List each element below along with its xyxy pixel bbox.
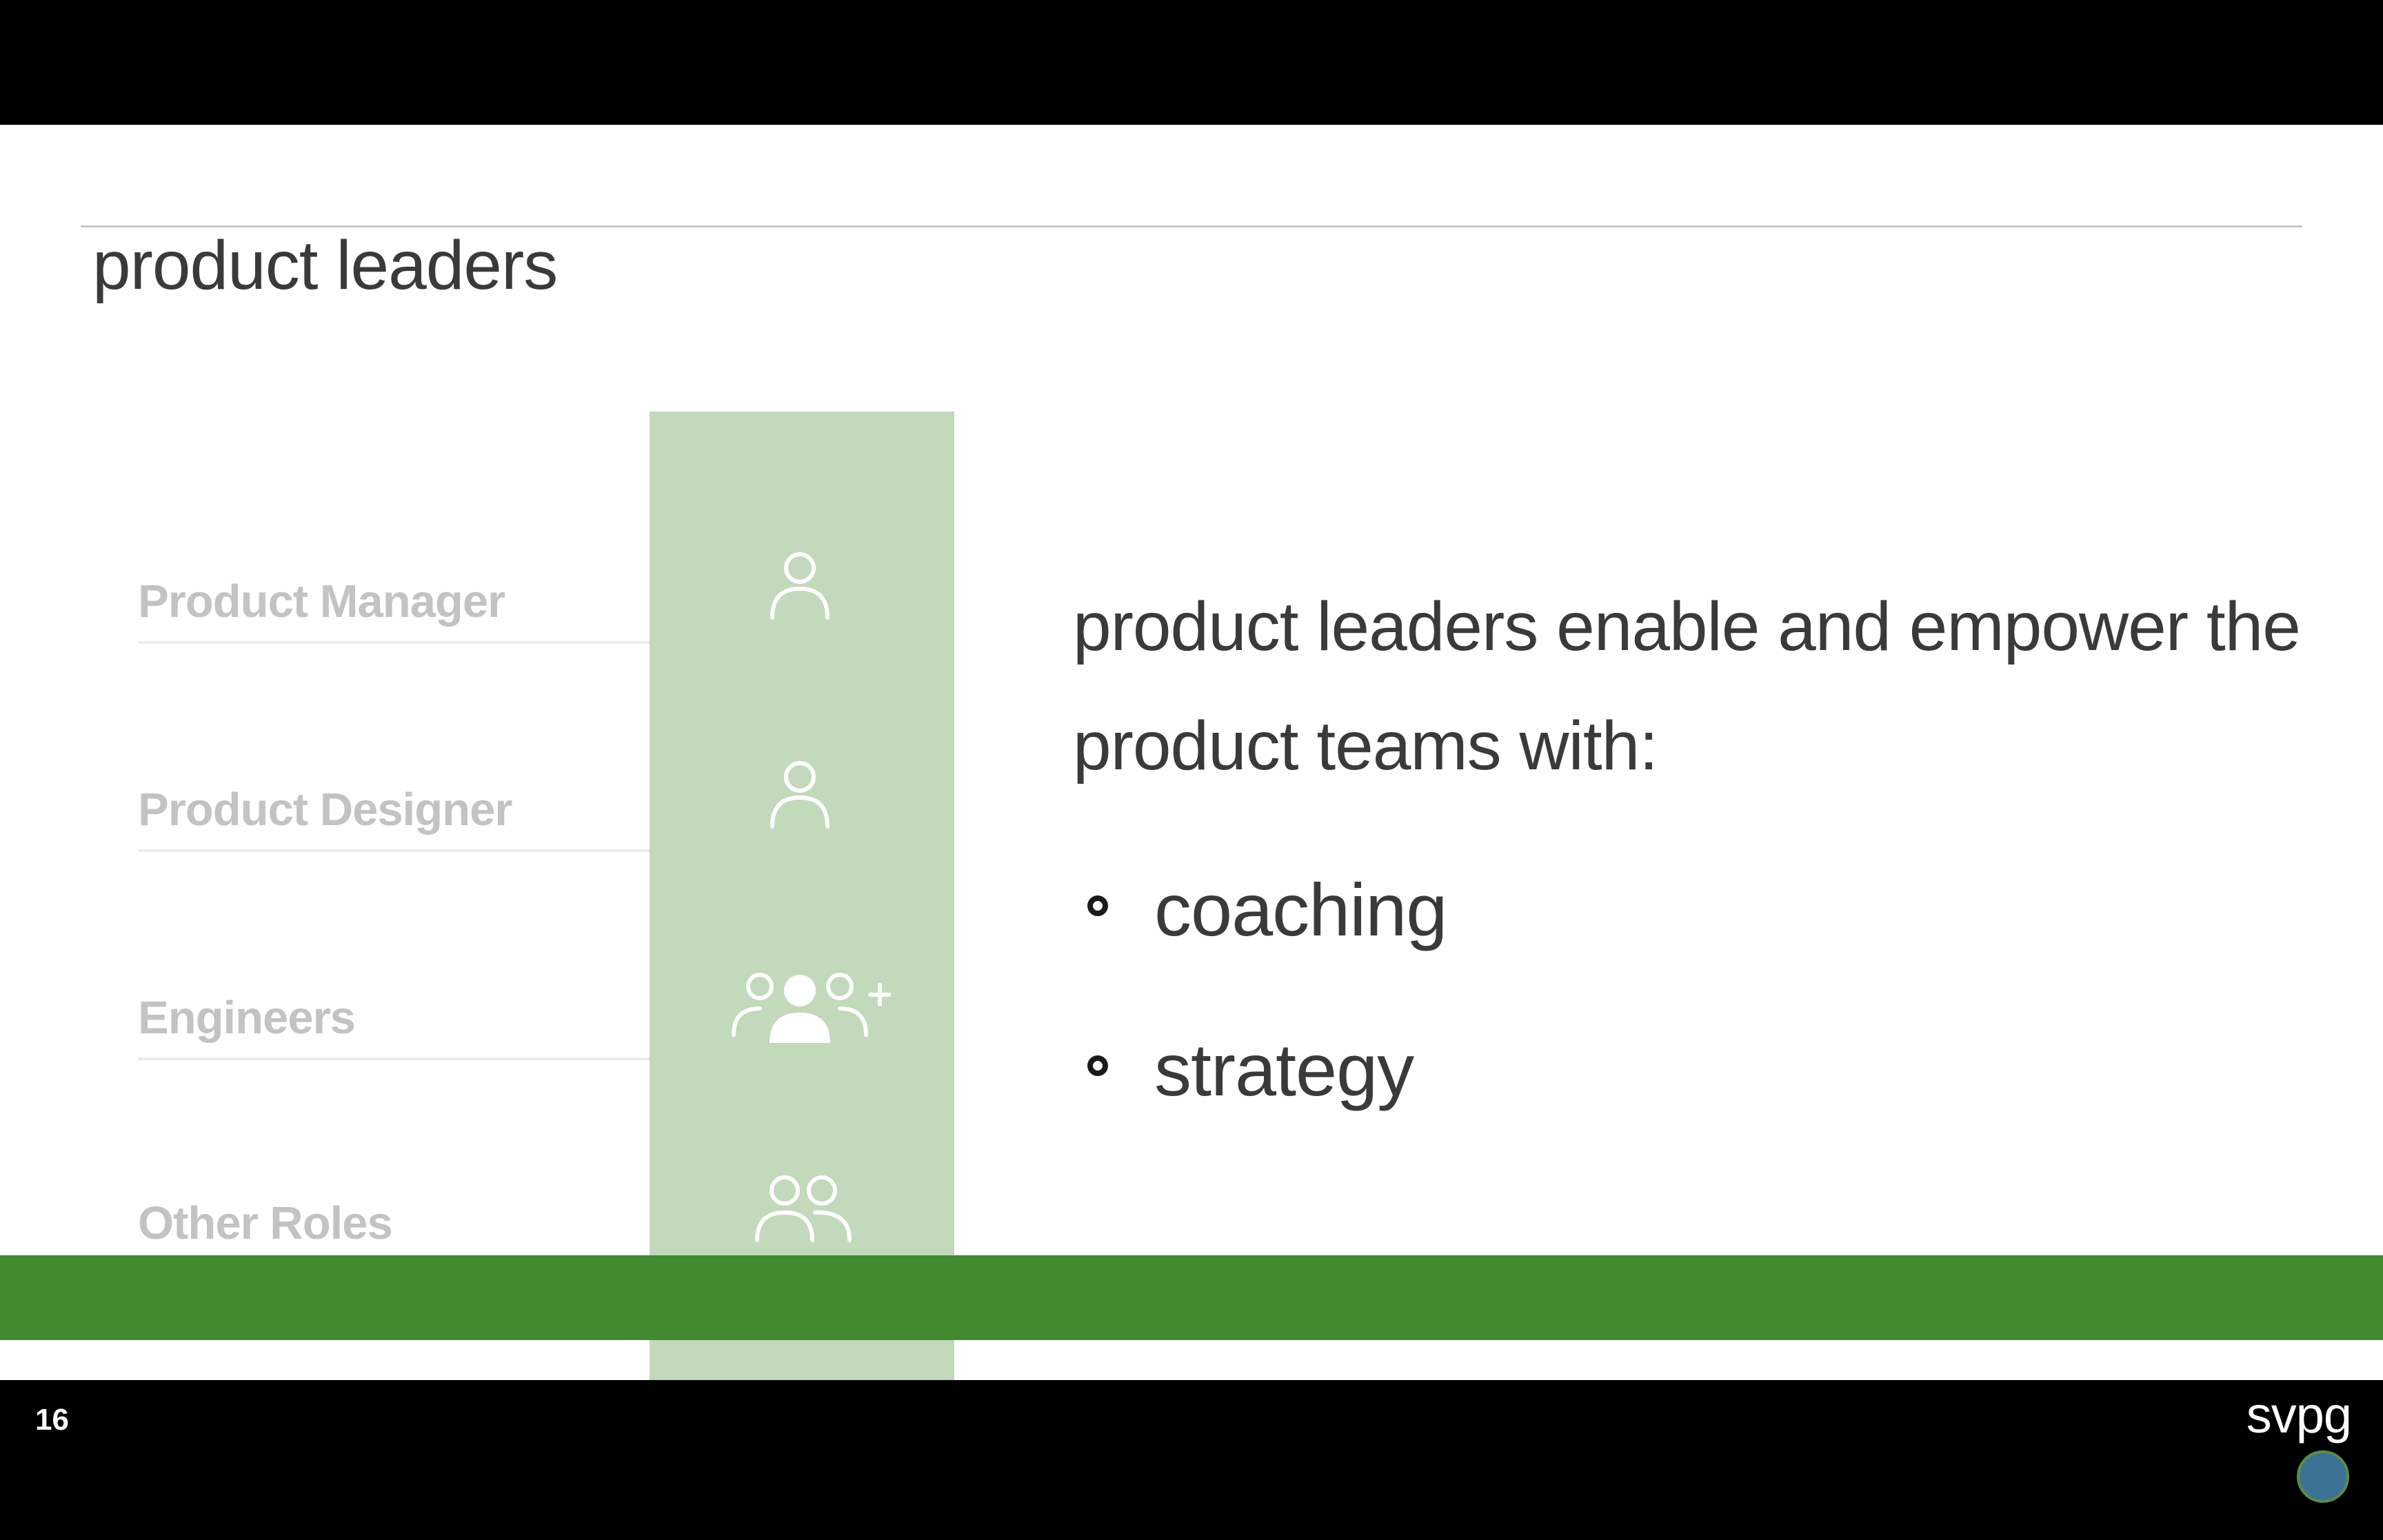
role-engineers: Engineers xyxy=(138,991,650,1060)
brand-logo: svpg xyxy=(2246,1386,2352,1443)
slide-title: product leaders xyxy=(92,227,558,304)
bullet-circle-icon xyxy=(1087,1055,1108,1076)
role-label: Product Manager xyxy=(138,576,505,627)
role-label: Engineers xyxy=(138,992,356,1044)
role-divider xyxy=(138,641,650,644)
letterbox-top xyxy=(0,0,2383,125)
role-label: Other Roles xyxy=(138,1197,393,1249)
presenter-avatar[interactable] xyxy=(2297,1450,2349,1503)
bullet-text: strategy xyxy=(1154,1028,1414,1111)
person-icon xyxy=(770,552,829,620)
group-add-icon xyxy=(732,973,891,1043)
role-divider xyxy=(138,1057,650,1060)
bullet-circle-icon xyxy=(1087,895,1108,916)
people-icon xyxy=(755,1175,852,1242)
body-text: product leaders enable and empower the p… xyxy=(1073,588,2301,784)
bullet-text: coaching xyxy=(1154,868,1447,951)
slide: product leaders Product Manager Product … xyxy=(0,125,2383,1380)
page-number: 16 xyxy=(35,1403,69,1437)
person-icon xyxy=(770,761,829,829)
slide-footer-bar xyxy=(0,1255,2383,1340)
role-product-designer: Product Designer xyxy=(138,783,650,852)
role-divider xyxy=(138,849,650,852)
letterbox-bottom xyxy=(0,1466,2383,1540)
role-label: Product Designer xyxy=(138,784,512,835)
role-product-manager: Product Manager xyxy=(138,575,650,644)
